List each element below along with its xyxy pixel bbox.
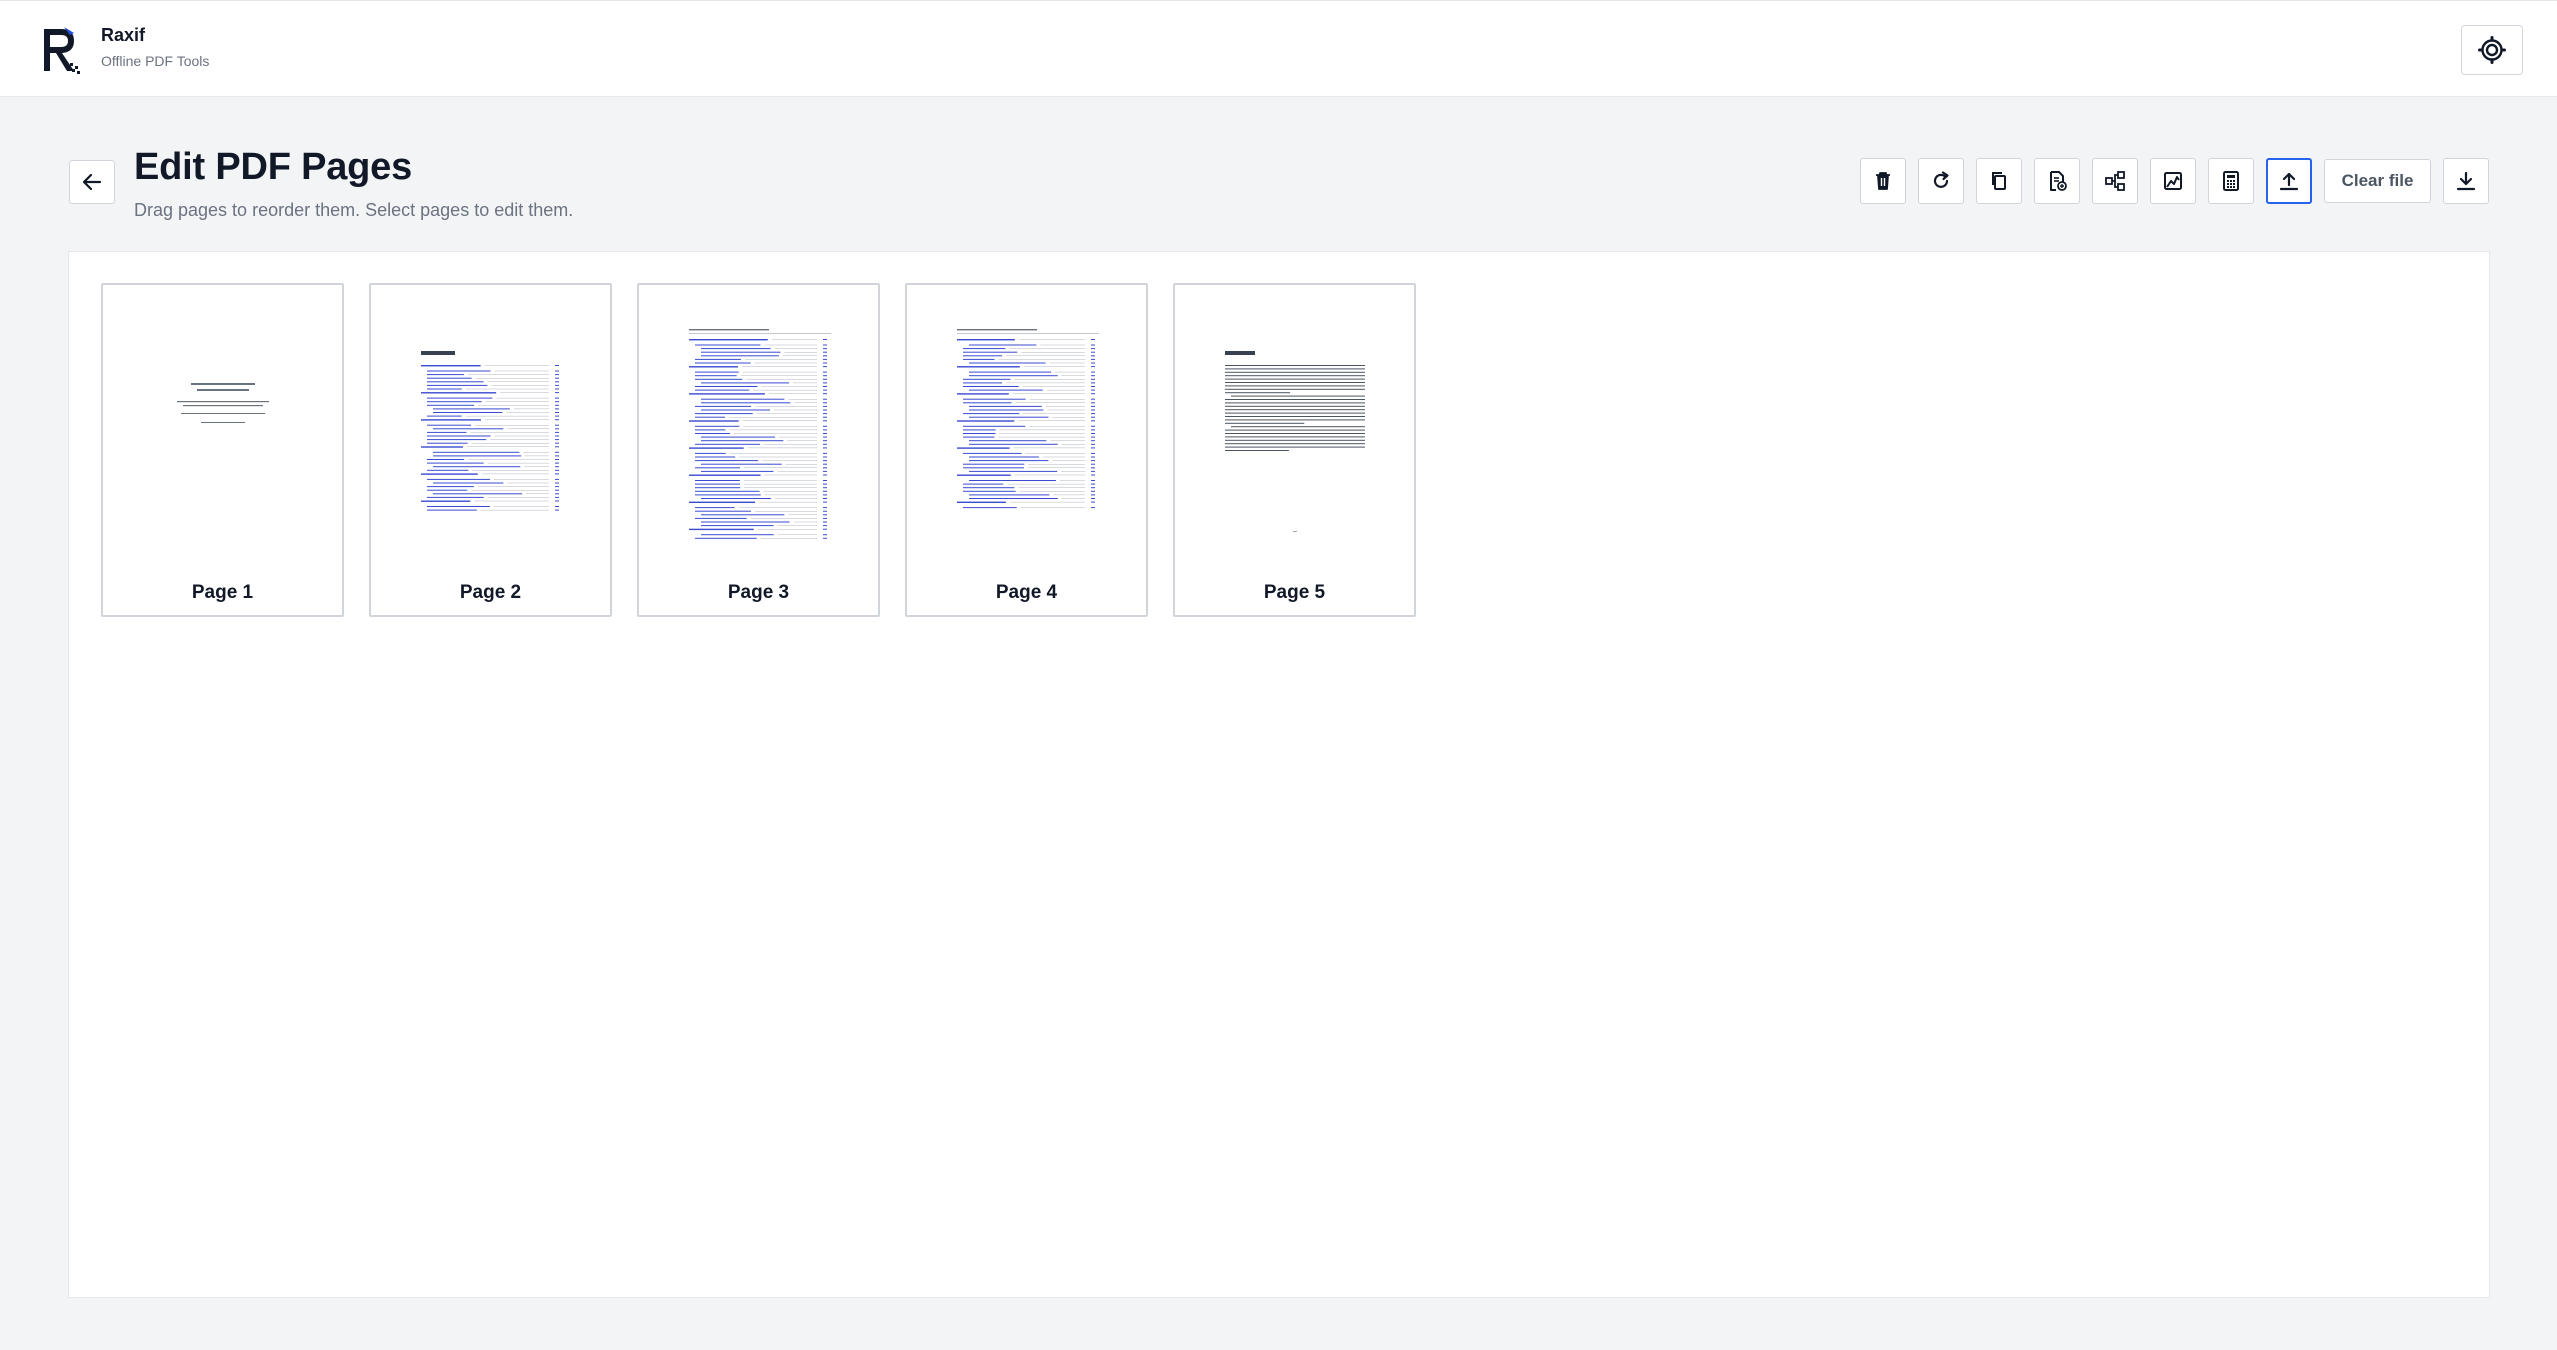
arrow-left-icon <box>82 173 102 191</box>
insert-page-button[interactable] <box>2034 158 2080 204</box>
page-label: Page 5 <box>1263 582 1326 603</box>
duplicate-icon <box>1992 172 2006 190</box>
calculator-icon <box>2223 171 2239 191</box>
back-button[interactable] <box>69 160 115 204</box>
rotate-icon <box>1933 171 1949 188</box>
split-pages-button[interactable] <box>2092 158 2138 204</box>
page-preview <box>957 329 1099 509</box>
image-icon <box>2164 172 2182 190</box>
add-image-button[interactable] <box>2150 158 2196 204</box>
pages-grid: Page 1 Page 2 Page 3 Page 4 Page 5 <box>68 251 2490 1298</box>
raxif-logo <box>44 27 80 74</box>
page-thumbnail-5[interactable]: Page 5 <box>1173 283 1416 617</box>
page-title: Edit PDF Pages <box>134 146 413 188</box>
page-subtitle: Drag pages to reorder them. Select pages… <box>134 200 574 220</box>
theme-toggle-button[interactable] <box>2461 25 2523 75</box>
page-thumbnail-1[interactable]: Page 1 <box>101 283 344 617</box>
page-thumbnail-3[interactable]: Page 3 <box>637 283 880 617</box>
app-tagline: Offline PDF Tools <box>101 53 210 69</box>
insert-page-icon <box>2050 171 2067 191</box>
page-preview <box>689 329 831 539</box>
delete-pages-button[interactable] <box>1860 158 1906 204</box>
download-button[interactable] <box>2443 158 2489 204</box>
sun-gear-icon <box>2478 36 2506 64</box>
page-label: Page 4 <box>995 582 1058 603</box>
calculate-button[interactable] <box>2208 158 2254 204</box>
page-preview <box>421 351 559 511</box>
rotate-pages-button[interactable] <box>1918 158 1964 204</box>
download-icon <box>2456 171 2476 191</box>
trash-icon <box>1876 172 1890 190</box>
clear-file-button[interactable]: Clear file <box>2324 159 2431 203</box>
split-icon <box>2105 171 2125 191</box>
page-label: Page 3 <box>727 582 790 603</box>
upload-button[interactable] <box>2266 158 2312 204</box>
page-toolbar: Clear file <box>1860 158 2489 204</box>
duplicate-pages-button[interactable] <box>1976 158 2022 204</box>
app-header: Raxif Offline PDF Tools <box>0 0 2557 97</box>
upload-icon <box>2279 172 2299 191</box>
page-preview <box>1225 351 1365 532</box>
page-thumbnail-4[interactable]: Page 4 <box>905 283 1148 617</box>
page-label: Page 2 <box>459 582 522 603</box>
app-name: Raxif <box>101 25 146 45</box>
page-label: Page 1 <box>191 582 254 603</box>
page-preview <box>177 383 269 423</box>
page-thumbnail-2[interactable]: Page 2 <box>369 283 612 617</box>
